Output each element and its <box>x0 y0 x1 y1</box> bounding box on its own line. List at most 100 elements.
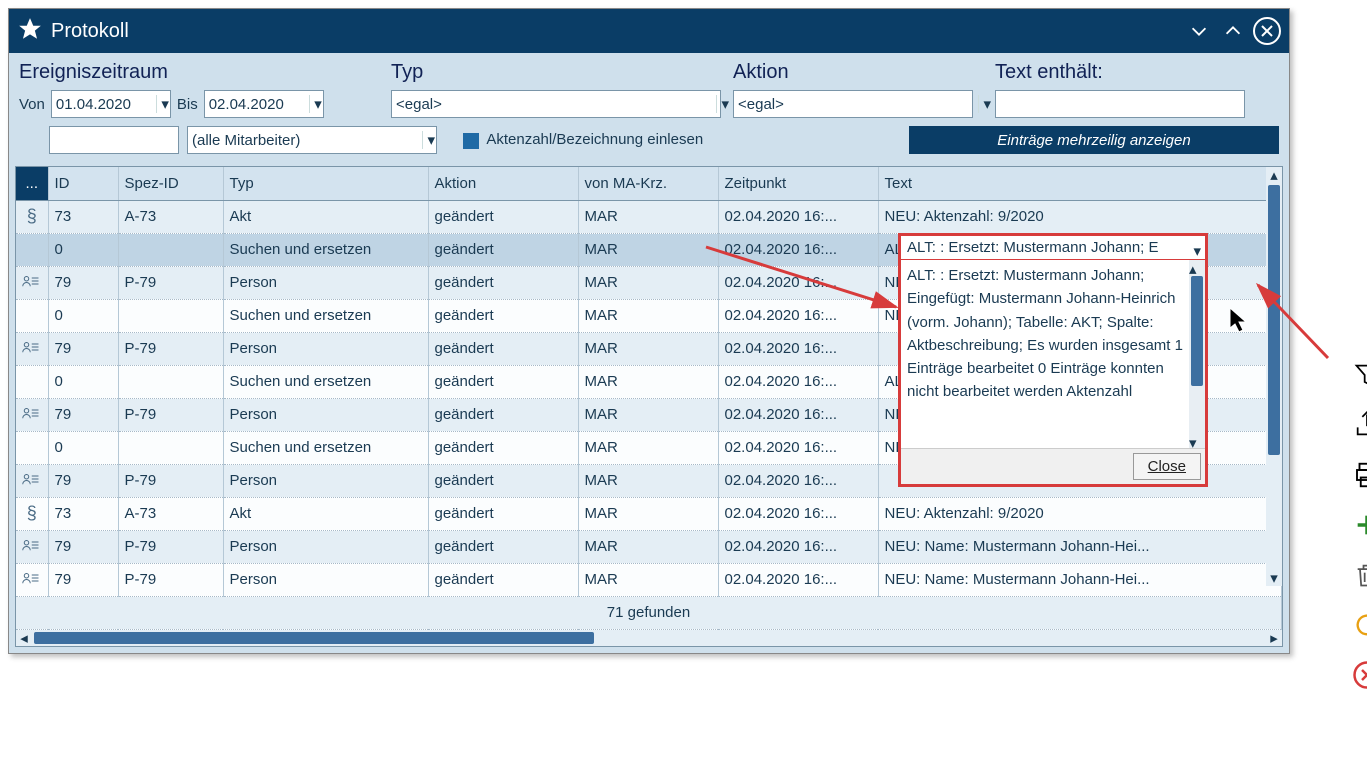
row-icon-cell <box>16 464 48 497</box>
row-zeitpunkt-cell: 02.04.2020 16:... <box>718 332 878 365</box>
row-spez-cell: A-73 <box>118 497 223 530</box>
col-zeitpunkt-header[interactable]: Zeitpunkt <box>718 167 878 200</box>
aktenzahl-label: Aktenzahl/Bezeichnung einlesen <box>486 131 703 148</box>
row-icon-cell <box>16 299 48 332</box>
table-row[interactable]: 79P-79PersongeändertMAR02.04.2020 16:...… <box>16 530 1282 563</box>
row-icon-cell <box>16 233 48 266</box>
typ-label: Typ <box>391 61 731 84</box>
row-typ-cell: Suchen und ersetzen <box>223 233 428 266</box>
col-icon-header[interactable]: ... <box>16 167 48 200</box>
chevron-right-icon[interactable]: ▸ <box>1266 630 1282 646</box>
col-id-header[interactable]: ID <box>48 167 118 200</box>
mitarbeiter-select[interactable] <box>187 126 437 154</box>
col-aktion-header[interactable]: Aktion <box>428 167 578 200</box>
filter-panel: Ereigniszeitraum Von ▾ Bis ▾ Typ <box>9 53 1289 160</box>
popup-close-button[interactable]: Close <box>1133 453 1201 480</box>
row-aktion-cell: geändert <box>428 398 578 431</box>
row-icon-cell <box>16 398 48 431</box>
aktenzahl-checkbox[interactable]: Aktenzahl/Bezeichnung einlesen <box>463 131 703 148</box>
row-aktion-cell: geändert <box>428 563 578 596</box>
row-id-cell: 79 <box>48 530 118 563</box>
scrollbar-thumb[interactable] <box>1268 185 1280 455</box>
row-ma-cell: MAR <box>578 431 718 464</box>
chevron-up-icon[interactable]: ▴ <box>1266 167 1282 183</box>
table-row[interactable]: 79P-79PersongeändertMAR02.04.2020 16:...… <box>16 563 1282 596</box>
row-icon-cell: § <box>16 200 48 233</box>
text-enthaelt-input[interactable] <box>995 90 1245 118</box>
mehrzeilig-button[interactable]: Einträge mehrzeilig anzeigen <box>909 126 1279 154</box>
row-spez-cell: P-79 <box>118 464 223 497</box>
popup-scrollbar[interactable]: ▴ ▾ <box>1189 260 1205 448</box>
row-aktion-cell: geändert <box>428 497 578 530</box>
chevron-left-icon[interactable]: ◂ <box>16 630 32 646</box>
export-button[interactable] <box>1350 408 1367 442</box>
row-spez-cell: P-79 <box>118 398 223 431</box>
chevron-down-icon[interactable]: ▾ <box>1193 242 1201 260</box>
filter-button[interactable] <box>1350 358 1367 392</box>
vertical-scrollbar[interactable]: ▴ ▾ <box>1266 167 1282 586</box>
close-window-icon[interactable] <box>1253 17 1281 45</box>
table-header: ... ID Spez-ID Typ Aktion von MA-Krz. Ze… <box>16 167 1282 200</box>
bis-date-input[interactable] <box>204 90 324 118</box>
row-zeitpunkt-cell: 02.04.2020 16:... <box>718 266 878 299</box>
popup-full-text: ALT: : Ersetzt: Mustermann Johann; Einge… <box>901 260 1189 448</box>
star-icon <box>17 16 43 46</box>
row-typ-cell: Akt <box>223 497 428 530</box>
row-ma-cell: MAR <box>578 266 718 299</box>
table-row[interactable]: §73A-73AktgeändertMAR02.04.2020 16:...NE… <box>16 497 1282 530</box>
print-button[interactable] <box>1350 458 1367 492</box>
row-zeitpunkt-cell: 02.04.2020 16:... <box>718 563 878 596</box>
titlebar: Protokoll <box>9 9 1289 53</box>
von-date-input[interactable] <box>51 90 171 118</box>
table-row[interactable]: §73A-73AktgeändertMAR02.04.2020 16:...NE… <box>16 200 1282 233</box>
chevron-down-icon[interactable]: ▾ <box>1266 570 1282 586</box>
row-zeitpunkt-cell: 02.04.2020 16:... <box>718 233 878 266</box>
row-id-cell: 79 <box>48 464 118 497</box>
row-zeitpunkt-cell: 02.04.2020 16:... <box>718 200 878 233</box>
add-button[interactable] <box>1350 508 1367 542</box>
chevron-down-icon[interactable]: ▾ <box>1189 434 1205 448</box>
aktion-label: Aktion <box>733 61 993 84</box>
cancel-button[interactable] <box>1350 658 1367 692</box>
row-id-cell: 0 <box>48 365 118 398</box>
row-ma-cell: MAR <box>578 497 718 530</box>
col-spez-header[interactable]: Spez-ID <box>118 167 223 200</box>
row-typ-cell: Person <box>223 332 428 365</box>
quick-search-input[interactable] <box>49 126 179 154</box>
aktion-select[interactable] <box>733 90 973 118</box>
col-typ-header[interactable]: Typ <box>223 167 428 200</box>
bis-label: Bis <box>177 96 198 113</box>
row-typ-cell: Person <box>223 530 428 563</box>
chevron-down-icon[interactable] <box>1185 17 1213 45</box>
row-ma-cell: MAR <box>578 299 718 332</box>
row-text-cell: NEU: Name: Mustermann Johann-Hei... <box>878 563 1282 596</box>
row-spez-cell: P-79 <box>118 266 223 299</box>
refresh-button[interactable] <box>1350 608 1367 642</box>
delete-button[interactable] <box>1350 558 1367 592</box>
horizontal-scrollbar[interactable]: ◂ ▸ <box>16 630 1282 646</box>
row-id-cell: 79 <box>48 266 118 299</box>
row-text-cell: NEU: Aktenzahl: 9/2020 <box>878 497 1282 530</box>
row-icon-cell <box>16 365 48 398</box>
row-zeitpunkt-cell: 02.04.2020 16:... <box>718 365 878 398</box>
row-typ-cell: Suchen und ersetzen <box>223 365 428 398</box>
row-ma-cell: MAR <box>578 530 718 563</box>
typ-select[interactable] <box>391 90 721 118</box>
col-text-header[interactable]: Text <box>878 167 1282 200</box>
col-ma-header[interactable]: von MA-Krz. <box>578 167 718 200</box>
scrollbar-thumb[interactable] <box>34 632 594 644</box>
person-icon <box>22 406 40 420</box>
person-icon <box>22 274 40 288</box>
row-icon-cell <box>16 530 48 563</box>
row-icon-cell <box>16 563 48 596</box>
chevron-up-icon[interactable] <box>1219 17 1247 45</box>
row-aktion-cell: geändert <box>428 266 578 299</box>
row-id-cell: 73 <box>48 200 118 233</box>
row-text-cell: NEU: Name: Mustermann Johann-Hei... <box>878 530 1282 563</box>
von-label: Von <box>19 96 45 113</box>
row-ma-cell: MAR <box>578 200 718 233</box>
person-icon <box>22 538 40 552</box>
scrollbar-thumb[interactable] <box>1191 276 1203 386</box>
chevron-up-icon[interactable]: ▴ <box>1189 260 1205 274</box>
row-zeitpunkt-cell: 02.04.2020 16:... <box>718 464 878 497</box>
